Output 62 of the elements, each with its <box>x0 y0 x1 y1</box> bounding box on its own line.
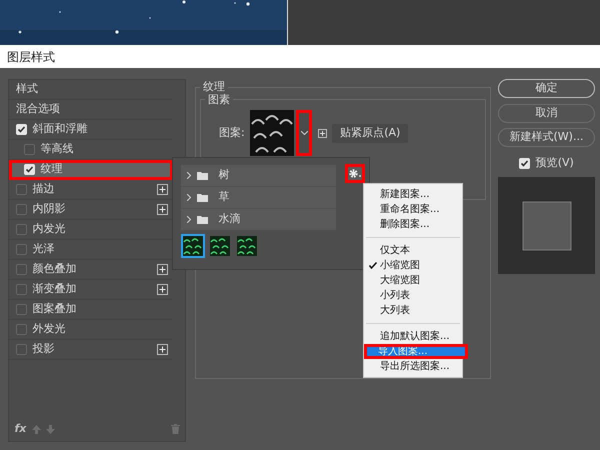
menu-item[interactable]: 新建图案... <box>366 187 460 202</box>
snap-to-origin-button[interactable]: 贴紧原点(A) <box>332 124 408 142</box>
menu-item[interactable]: 小列表 <box>366 288 460 303</box>
checkbox[interactable] <box>16 184 27 195</box>
move-down-icon[interactable] <box>46 424 56 434</box>
add-icon[interactable] <box>156 264 168 275</box>
checkbox[interactable] <box>16 204 27 215</box>
checkbox[interactable] <box>16 284 27 295</box>
folder-icon <box>196 172 208 180</box>
pattern-swatch <box>250 110 294 156</box>
checkbox[interactable] <box>16 344 27 355</box>
style-list-item[interactable]: 图案叠加 <box>9 300 173 320</box>
dialog-button[interactable]: 确定 <box>498 79 595 98</box>
style-list-item[interactable]: 混合选项 <box>9 100 173 120</box>
trash-icon[interactable] <box>170 424 180 434</box>
menu-item[interactable]: 追加默认图案... <box>366 329 460 344</box>
add-icon[interactable] <box>156 184 168 195</box>
checkbox[interactable] <box>16 264 27 275</box>
chevron-down-icon <box>300 131 308 135</box>
folder-icon <box>196 194 208 202</box>
dropdown-button[interactable] <box>296 110 312 156</box>
menu-item[interactable]: 仅文本 <box>366 243 460 258</box>
dialog-button[interactable]: 取消 <box>498 104 595 122</box>
checkbox[interactable] <box>24 144 35 155</box>
add-icon[interactable] <box>156 344 168 355</box>
preview-label: 预览(V) <box>536 155 574 172</box>
folder-icon <box>196 216 208 224</box>
menu-item[interactable]: 小缩览图 <box>366 258 460 273</box>
add-icon[interactable] <box>156 204 168 215</box>
menu-item[interactable]: 删除图案... <box>366 217 460 232</box>
checkbox[interactable] <box>16 324 27 335</box>
menu-item[interactable]: 大缩览图 <box>366 273 460 288</box>
pattern-swatch[interactable] <box>181 234 205 258</box>
preview-checkbox[interactable] <box>519 158 530 169</box>
folder-item[interactable]: 草 <box>181 187 336 209</box>
window-title: 图层样式 <box>7 48 55 66</box>
add-icon[interactable] <box>156 284 168 295</box>
style-list-item[interactable]: 外发光 <box>9 320 173 340</box>
checkbox[interactable] <box>16 224 27 235</box>
style-list-item[interactable]: 斜面和浮雕 <box>9 120 173 140</box>
checkmark-icon <box>369 262 377 269</box>
menu-item[interactable]: 重命名图案... <box>366 202 460 217</box>
style-list-item[interactable]: 纹理 <box>9 160 173 180</box>
move-up-icon[interactable] <box>32 424 41 434</box>
style-list-item[interactable]: 投影 <box>9 340 173 360</box>
menu-item[interactable]: 导出所选图案... <box>366 359 460 374</box>
settings-button[interactable] <box>345 164 365 183</box>
new-preset-icon[interactable] <box>318 128 327 138</box>
folder-item[interactable]: 树 <box>181 165 336 187</box>
style-list-item[interactable]: 渐变叠加 <box>9 280 173 300</box>
dialog-button[interactable]: 新建样式(W)... <box>498 128 595 147</box>
pattern-label: 图案: <box>219 124 245 141</box>
checkbox[interactable] <box>16 304 27 315</box>
pattern-swatch[interactable] <box>208 234 232 258</box>
checkbox[interactable] <box>16 244 27 255</box>
settings-icon <box>348 169 362 178</box>
fx-button[interactable]: fx <box>14 420 26 438</box>
pattern-swatch[interactable] <box>234 234 258 258</box>
style-list-item[interactable]: 样式 <box>9 80 173 100</box>
folder-item[interactable]: 水滴 <box>181 209 336 231</box>
menu-item[interactable]: 大列表 <box>366 303 460 318</box>
style-list-item[interactable]: 颜色叠加 <box>9 260 173 280</box>
